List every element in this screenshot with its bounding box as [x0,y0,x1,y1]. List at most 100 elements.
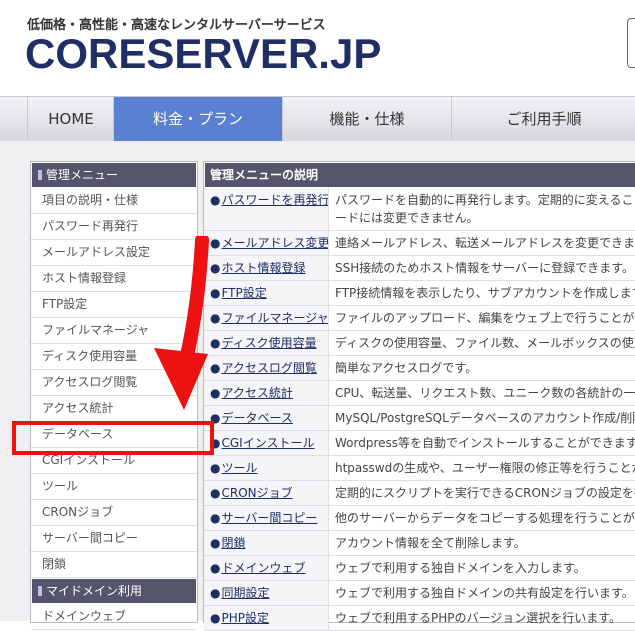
description-text: MySQL/PostgreSQLデータベースのアカウント作成/削除 [335,411,635,425]
description-text: ファイルのアップロード、編集をウェブ上で行うことがで [335,311,635,325]
bullet-icon: ● [210,461,221,475]
description-text: 簡単なアクセスログです。 [335,361,478,375]
menu-name-cell: ●アクセス統計 [204,381,329,405]
menu-link[interactable]: FTP設定 [221,286,266,300]
sidebar-item-domain-web[interactable]: ドメインウェブ [31,604,197,630]
description-table: ●パスワードを再発行 パスワードを自動的に再発行します。定期的に変えること ードには… [204,188,635,631]
menu-description-cell: ディスクの使用容量、ファイル数、メールボックスの使用 [329,331,635,355]
menu-description-cell: アカウント情報を全て削除します。 [329,531,526,555]
menu-name-cell: ●FTP設定 [204,281,329,305]
menu-description-cell: 簡単なアクセスログです。 [329,356,477,380]
bullet-icon: ● [210,536,221,550]
menu-name-cell: ●サーバー間コピー [204,506,329,530]
menu-description-cell: パスワードを自動的に再発行します。定期的に変えること ードには変更できません。 [329,188,635,230]
menu-name-cell: ●ファイルマネージャ [204,306,329,330]
nav-guide[interactable]: ご利用手順 [451,97,635,141]
nav-home[interactable]: HOME [27,97,114,141]
menu-name-cell: ●データベース [204,406,329,430]
menu-description-cell: SSH接続のためホスト情報をサーバーに登録できます。 [329,256,634,280]
sidebar-header: 管理メニュー (ID:kurorera) [31,162,197,206]
menu-description-cell: ウェブで利用する独自ドメインを入力します。 [329,556,586,580]
menu-link[interactable]: ドメインウェブ [221,561,305,575]
sidebar-item-cron[interactable]: CRONジョブ [31,500,197,526]
description-text: FTP接続情報を表示したり、サブアカウントを作成します。 [335,286,635,300]
description-text: ウェブで利用する独自ドメインを入力します。 [335,561,586,575]
menu-description-cell: 連絡メールアドレス、転送メールアドレスを変更できます [329,231,635,255]
nav-pricing[interactable]: 料金・プラン [113,97,282,141]
nav-features[interactable]: 機能・仕様 [282,97,451,141]
header-bullet-icon [38,586,42,596]
table-row: ●PHP設定 ウェブで利用するPHPのバージョン選択を行います。 [204,606,635,631]
description-text: ウェブで利用するPHPのバージョン選択を行います。 [335,611,622,625]
sidebar-item-server-copy[interactable]: サーバー間コピー [31,526,197,552]
menu-description-cell: ファイルのアップロード、編集をウェブ上で行うことがで [329,306,635,330]
table-row: ●ディスク使用容量 ディスクの使用容量、ファイル数、メールボックスの使用 [204,331,635,356]
menu-link[interactable]: CGIインストール [221,436,314,450]
menu-link[interactable]: PHP設定 [221,611,269,625]
table-row: ●データベース MySQL/PostgreSQLデータベースのアカウント作成/削除 [204,406,635,431]
sidebar-item-close[interactable]: 閉鎖 [31,552,197,578]
sidebar-item-tools[interactable]: ツール [31,474,197,500]
description-text: SSH接続のためホスト情報をサーバーに登録できます。 [335,261,634,275]
menu-link[interactable]: 閉鎖 [221,536,245,550]
header-button[interactable] [627,18,635,68]
menu-link[interactable]: ホスト情報登録 [221,261,305,275]
description-text: パスワードを自動的に再発行します。定期的に変えること [335,193,635,207]
menu-link[interactable]: ファイルマネージャ [221,311,328,325]
panel-header: 管理メニューの説明 [204,162,635,188]
menu-name-cell: ●ドメインウェブ [204,556,329,580]
menu-description-cell: 定期的にスクリプトを実行できるCRONジョブの設定を行 [329,481,635,505]
menu-link[interactable]: ツール [221,461,257,475]
bullet-icon: ● [210,193,221,207]
table-row: ●パスワードを再発行 パスワードを自動的に再発行します。定期的に変えること ードには… [204,188,635,231]
menu-name-cell: ●アクセスログ閲覧 [204,356,329,380]
menu-description-cell: ウェブで利用する独自ドメインの共有設定を行います。 [329,581,634,605]
bullet-icon: ● [210,586,221,600]
menu-description-cell: Wordpress等を自動でインストールすることができます。 [329,431,635,455]
database-highlight-box [12,421,214,455]
description-text: CPU、転送量、リクエスト数、ユニーク数の各統計の一覧 [335,386,635,400]
main-nav: HOME 料金・プラン 機能・仕様 ご利用手順 [0,96,635,142]
table-row: ●CGIインストール Wordpress等を自動でインストールすることができます。 [204,431,635,456]
description-text: Wordpress等を自動でインストールすることができます。 [335,436,635,450]
description-text: 他のサーバーからデータをコピーする処理を行うことがで [335,511,635,525]
menu-name-cell: ●メールアドレス変更 [204,231,329,255]
menu-description-cell: 他のサーバーからデータをコピーする処理を行うことがで [329,506,635,530]
menu-description-cell: htpasswdの生成や、ユーザー権限の修正等を行うことがで [329,456,635,480]
menu-link[interactable]: メールアドレス変更 [221,236,328,250]
menu-name-cell: ●ツール [204,456,329,480]
table-row: ●アクセス統計 CPU、転送量、リクエスト数、ユニーク数の各統計の一覧 [204,381,635,406]
description-text-continued: ードには変更できません。 [335,211,479,225]
menu-link[interactable]: CRONジョブ [221,486,292,500]
menu-link[interactable]: サーバー間コピー [221,511,317,525]
menu-link[interactable]: データベース [221,411,292,425]
table-row: ●ファイルマネージャ ファイルのアップロード、編集をウェブ上で行うことがで [204,306,635,331]
description-text: ウェブで利用する独自ドメインの共有設定を行います。 [335,586,634,600]
description-text: ディスクの使用容量、ファイル数、メールボックスの使用 [335,336,635,350]
bullet-icon: ● [210,511,221,525]
table-row: ●同期設定 ウェブで利用する独自ドメインの共有設定を行います。 [204,581,635,606]
table-row: ●メールアドレス変更 連絡メールアドレス、転送メールアドレスを変更できます [204,231,635,256]
menu-description-cell: CPU、転送量、リクエスト数、ユニーク数の各統計の一覧 [329,381,635,405]
menu-name-cell: ●ディスク使用容量 [204,331,329,355]
menu-link[interactable]: アクセス統計 [221,386,292,400]
menu-name-cell: ●パスワードを再発行 [204,188,329,230]
bullet-icon: ● [210,561,221,575]
menu-description-cell: ウェブで利用するPHPのバージョン選択を行います。 [329,606,621,630]
site-header: 低価格・高性能・高速なレンタルサーバーサービス CORESERVER.JP [0,0,635,96]
table-row: ●FTP設定 FTP接続情報を表示したり、サブアカウントを作成します。 [204,281,635,306]
menu-name-cell: ●CGIインストール [204,431,329,455]
menu-link[interactable]: パスワードを再発行 [221,193,328,207]
description-text: 連絡メールアドレス、転送メールアドレスを変更できます [335,236,635,250]
menu-link[interactable]: ディスク使用容量 [221,336,316,350]
site-logo[interactable]: CORESERVER.JP [25,30,381,78]
table-row: ●アクセスログ閲覧 簡単なアクセスログです。 [204,356,635,381]
table-row: ●CRONジョブ 定期的にスクリプトを実行できるCRONジョブの設定を行 [204,481,635,506]
menu-link[interactable]: 同期設定 [221,586,269,600]
sidebar-item-help[interactable]: 項目の説明・仕様 [31,188,197,214]
menu-name-cell: ●ホスト情報登録 [204,256,329,280]
description-text: アカウント情報を全て削除します。 [335,536,526,550]
menu-description-cell: FTP接続情報を表示したり、サブアカウントを作成します。 [329,281,635,305]
menu-description-cell: MySQL/PostgreSQLデータベースのアカウント作成/削除 [329,406,635,430]
menu-link[interactable]: アクセスログ閲覧 [221,361,316,375]
